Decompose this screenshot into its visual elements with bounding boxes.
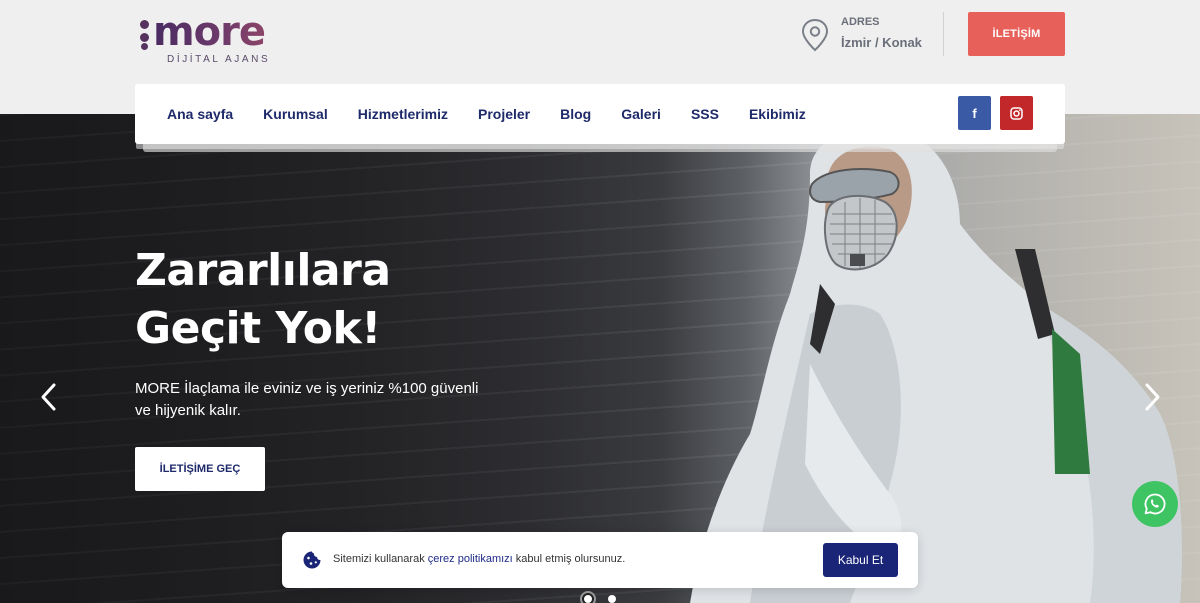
main-navigation: Ana sayfa Kurumsal Hizmetlerimiz Projele… <box>135 84 1065 144</box>
slider-pagination <box>580 592 620 603</box>
address-label: ADRES <box>841 16 880 28</box>
hero-title-line-1: Zararlılara <box>135 245 391 296</box>
logo-wordmark: more <box>153 9 266 55</box>
header-divider <box>943 12 944 56</box>
hero-title: Zararlılara Geçit Yok! <box>135 242 555 358</box>
address-block: ADRES İzmir / Konak <box>800 14 940 58</box>
nav-shadow <box>143 144 1057 152</box>
hero-description: MORE İlaçlama ile eviniz ve iş yeriniz %… <box>135 380 479 419</box>
slider-dot-2[interactable] <box>608 595 616 603</box>
cookie-accept-button[interactable]: Kabul Et <box>823 543 898 577</box>
nav-item-galeri[interactable]: Galeri <box>621 106 661 122</box>
nav-item-projeler[interactable]: Projeler <box>478 106 530 122</box>
address-value: İzmir / Konak <box>841 35 922 50</box>
instagram-icon <box>1010 106 1023 120</box>
facebook-icon: f <box>972 105 977 121</box>
hero-image-worker <box>690 129 1182 603</box>
slider-next-arrow-icon[interactable] <box>1139 382 1165 412</box>
logo-tagline: DİJİTAL AJANS <box>167 54 271 65</box>
nav-item-ekibimiz[interactable]: Ekibimiz <box>749 106 806 122</box>
cookie-policy-link[interactable]: çerez politikamızı <box>428 553 513 565</box>
nav-item-hizmetlerimiz[interactable]: Hizmetlerimiz <box>358 106 448 122</box>
nav-item-blog[interactable]: Blog <box>560 106 591 122</box>
instagram-button[interactable] <box>1000 96 1033 130</box>
cookie-message: Sitemizi kullanarak çerez politikamızı k… <box>333 553 625 565</box>
cookie-consent-bar: Sitemizi kullanarak çerez politikamızı k… <box>282 532 918 588</box>
cookie-text-before: Sitemizi kullanarak <box>333 553 428 565</box>
whatsapp-icon <box>1144 493 1166 515</box>
nav-item-sss[interactable]: SSS <box>691 106 719 122</box>
hero-title-line-2: Geçit Yok! <box>135 303 381 354</box>
brand-logo[interactable]: more DİJİTAL AJANS <box>140 9 300 68</box>
contact-button[interactable]: İLETİŞİM <box>968 12 1065 56</box>
nav-menu: Ana sayfa Kurumsal Hizmetlerimiz Projele… <box>167 84 836 144</box>
nav-item-kurumsal[interactable]: Kurumsal <box>263 106 328 122</box>
logo-dots <box>140 20 150 52</box>
cookie-icon <box>303 551 321 569</box>
slider-dot-1[interactable] <box>582 593 594 603</box>
cookie-text-after: kabul etmiş olursunuz. <box>512 553 626 565</box>
whatsapp-button[interactable] <box>1132 481 1178 527</box>
location-pin-icon <box>801 18 829 52</box>
hero-contact-button[interactable]: İLETİŞİME GEÇ <box>135 447 265 491</box>
facebook-button[interactable]: f <box>958 96 991 130</box>
nav-item-ana-sayfa[interactable]: Ana sayfa <box>167 106 233 122</box>
slider-prev-arrow-icon[interactable] <box>36 382 62 412</box>
hero-slider: Zararlılara Geçit Yok! MORE İlaçlama ile… <box>0 114 1200 603</box>
